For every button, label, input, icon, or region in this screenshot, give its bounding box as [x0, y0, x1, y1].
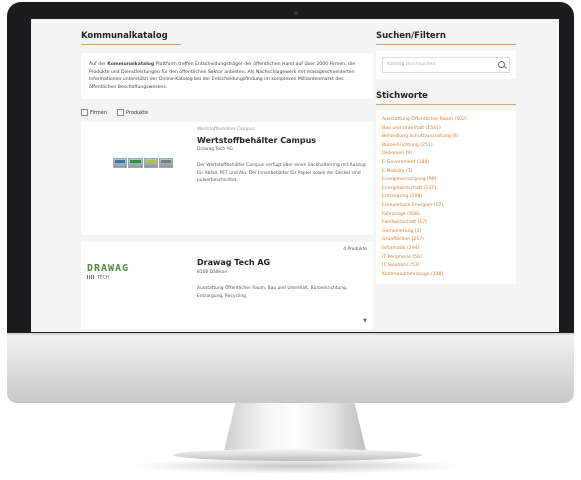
product-category: Wertstoffbehälter Campus — [197, 127, 255, 133]
filter-products[interactable]: Produkte — [117, 109, 148, 117]
monitor: Kommunalkatalog Auf der Kommunalkatalog … — [7, 2, 574, 474]
tag-link[interactable]: Energiewirtschaft (137) — [382, 185, 510, 194]
company-card[interactable]: DRAWAG TECH 4 Produkte Drawag Tech AG 81… — [81, 242, 373, 330]
tag-link[interactable]: Ausstattung Öffentlicher Raum (502) — [382, 116, 510, 125]
company-title[interactable]: Drawag Tech AG — [197, 258, 270, 267]
tag-link[interactable]: Gemeinerung (2) — [382, 228, 510, 237]
filter-row: Firmen Produkte — [81, 109, 373, 117]
tags-heading: Stichworte — [376, 91, 516, 105]
tag-link[interactable]: Energieversorgung (99) — [382, 176, 510, 185]
checkbox-products[interactable] — [117, 109, 124, 117]
tag-link[interactable]: E-Mobility (1) — [382, 168, 510, 177]
product-card[interactable]: Wertstoffbehälter Campus Wertstoffbehält… — [81, 122, 373, 236]
tag-link[interactable]: Büroeinrichtung (251) — [382, 142, 510, 151]
chevron-down-icon[interactable]: ▼ — [363, 318, 367, 324]
tag-link[interactable]: Forstwirtschaft (17) — [382, 219, 510, 228]
tag-link[interactable]: Erneuerbare Energien (17) — [382, 202, 510, 211]
monitor-chin — [7, 333, 574, 403]
product-count[interactable]: 4 Produkte — [343, 247, 367, 252]
tag-link[interactable]: Informatik (294) — [382, 245, 510, 254]
main-column: Kommunalkatalog Auf der Kommunalkatalog … — [81, 31, 373, 330]
checkbox-firms[interactable] — [81, 109, 88, 117]
company-categories: Ausstattung Öffentlicher Raum, Bau und U… — [197, 286, 348, 299]
search-heading: Suchen/Filtern — [376, 31, 516, 45]
sidebar: Suchen/Filtern Katalog durchsuchen Stich… — [376, 31, 516, 285]
screen: Kommunalkatalog Auf der Kommunalkatalog … — [31, 19, 559, 332]
tag-link[interactable]: Grünflächen (257) — [382, 236, 510, 245]
camera-dot — [294, 11, 298, 15]
tag-link[interactable]: E-Government (186) — [382, 159, 510, 168]
search-input[interactable]: Katalog durchsuchen — [382, 57, 510, 73]
company-location: 8108 Dällikon — [197, 270, 228, 276]
search-box: Katalog durchsuchen — [376, 51, 516, 79]
filter-firms[interactable]: Firmen — [81, 109, 107, 117]
tag-link[interactable]: Behindlung Schutzausrüstung (4) — [382, 133, 510, 142]
company-logo: DRAWAG TECH — [87, 263, 130, 281]
tag-link[interactable]: Bau und Unterhalt (1541) — [382, 125, 510, 134]
logo-bars-icon — [87, 275, 95, 280]
monitor-stand — [224, 403, 366, 451]
product-company[interactable]: Drawag Tech AG — [197, 147, 233, 152]
tag-link[interactable]: Entsorgung (108) — [382, 193, 510, 202]
search-icon[interactable] — [498, 61, 505, 68]
product-description: Der Wertstoffbehälter Campus verfügt übe… — [197, 163, 366, 184]
tag-link[interactable]: Kommunalfahrzeuge (148) — [382, 271, 510, 280]
tag-list: Ausstattung Öffentlicher Raum (502) Bau u… — [376, 111, 516, 285]
product-title[interactable]: Wertstoffbehälter Campus — [197, 136, 316, 145]
tag-link[interactable]: IT Solutions (53) — [382, 262, 510, 271]
tag-link[interactable]: IT Peripherie (56) — [382, 254, 510, 263]
intro-text: Auf der Kommunalkatalog Plattform treffe… — [81, 53, 373, 100]
monitor-stand-base — [173, 449, 422, 461]
page-title: Kommunalkatalog — [81, 31, 181, 45]
tag-link[interactable]: Fahrzeuge (458) — [382, 211, 510, 220]
product-image-bins — [113, 158, 173, 169]
tag-link[interactable]: Deponien (9) — [382, 150, 510, 159]
